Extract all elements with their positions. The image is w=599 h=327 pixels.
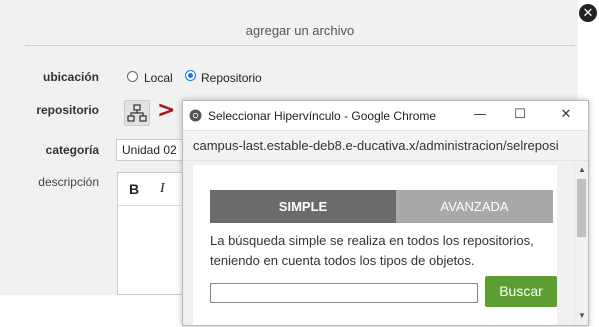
search-input[interactable] (210, 283, 478, 303)
url-text: campus-last.estable-deb8.e-ducativa.x/ad… (193, 138, 559, 153)
radio-local-label: Local (144, 71, 173, 85)
descripcion-label: descripción (38, 175, 99, 189)
pointer-arrow: > (157, 98, 176, 123)
categoria-select[interactable]: Unidad 02 (116, 139, 186, 161)
search-card: SIMPLE AVANZADA La búsqueda simple se re… (193, 165, 557, 325)
chrome-popup-window: Seleccionar Hipervínculo - Google Chrome… (182, 100, 589, 326)
search-button[interactable]: Buscar (485, 276, 557, 307)
window-close-button[interactable]: ✕ (555, 105, 577, 125)
tab-avanzada[interactable]: AVANZADA (396, 190, 553, 223)
window-titlebar: Seleccionar Hipervínculo - Google Chrome… (183, 101, 588, 130)
panel-divider (25, 45, 575, 46)
bold-button[interactable]: B (129, 181, 139, 197)
window-title: Seleccionar Hipervínculo - Google Chrome (208, 109, 437, 123)
close-panel-button[interactable]: ✕ (578, 3, 598, 23)
popup-scrollbar[interactable]: ▲ ▼ (574, 161, 588, 325)
repository-picker-button[interactable] (124, 100, 150, 126)
scroll-down-icon[interactable]: ▼ (578, 311, 586, 320)
description-editor[interactable]: B I (117, 172, 185, 295)
scroll-thumb[interactable] (577, 179, 586, 237)
radio-repositorio[interactable] (185, 70, 196, 81)
repositorio-label: repositorio (36, 103, 99, 117)
italic-button[interactable]: I (160, 181, 165, 197)
ubicacion-label: ubicación (42, 70, 99, 84)
editor-toolbar: B I (118, 173, 184, 206)
categoria-label: categoría (45, 143, 99, 157)
popup-content: SIMPLE AVANZADA La búsqueda simple se re… (183, 161, 574, 325)
panel-title: agregar un archivo (245, 23, 355, 38)
radio-repositorio-label: Repositorio (201, 71, 262, 85)
tab-simple[interactable]: SIMPLE (210, 190, 396, 223)
radio-local[interactable] (127, 71, 138, 82)
chrome-icon (189, 109, 202, 122)
maximize-button[interactable]: ☐ (509, 105, 531, 125)
scroll-up-icon[interactable]: ▲ (578, 165, 586, 174)
minimize-button[interactable]: — (469, 105, 491, 125)
search-description: La búsqueda simple se realiza en todos l… (210, 233, 534, 268)
page: agregar un archivo ubicación Local Repos… (0, 0, 599, 327)
address-bar[interactable]: campus-last.estable-deb8.e-ducativa.x/ad… (183, 130, 588, 161)
sitemap-icon (127, 104, 147, 122)
